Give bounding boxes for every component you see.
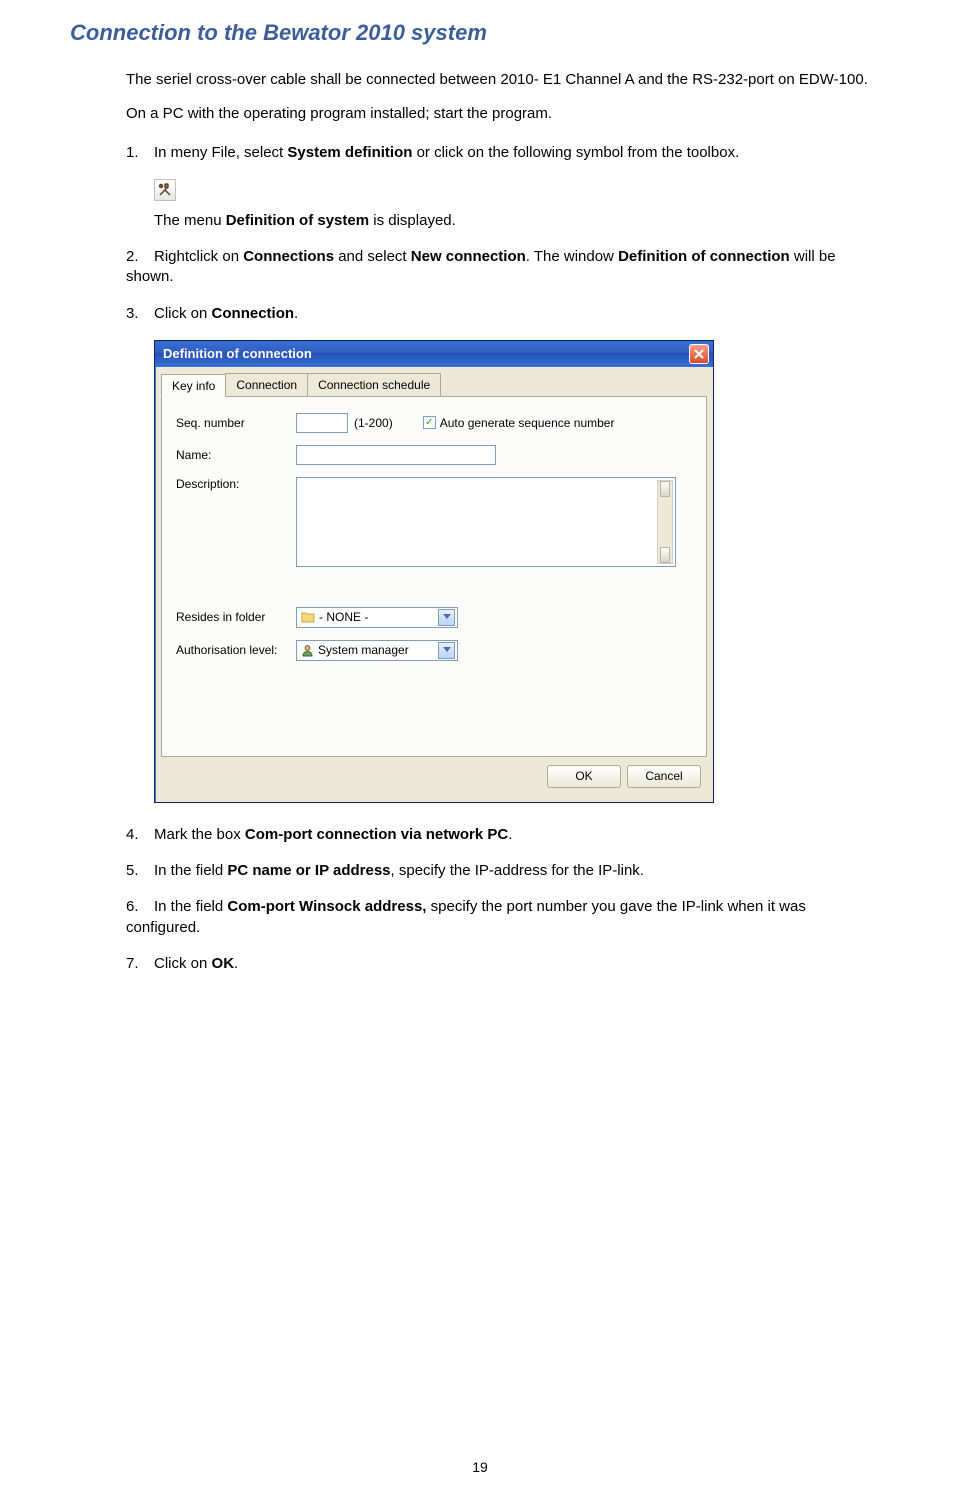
page-number: 19 — [0, 1459, 960, 1475]
intro-paragraph-1: The seriel cross-over cable shall be con… — [126, 70, 870, 90]
description-textarea[interactable] — [296, 477, 676, 567]
step-6: 6.In the field Com-port Winsock address,… — [126, 897, 870, 938]
cancel-button[interactable]: Cancel — [627, 765, 701, 788]
name-label: Name: — [176, 448, 296, 462]
step-3: 3.Click on Connection. — [126, 304, 870, 324]
tab-panel-key-info: Seq. number (1-200) ✓ Auto generate sequ… — [161, 397, 707, 757]
tools-icon — [154, 179, 176, 201]
folder-icon — [301, 611, 315, 623]
step-1: 1.In meny File, select System definition… — [126, 143, 870, 163]
step-7: 7.Click on OK. — [126, 954, 870, 974]
tab-connection[interactable]: Connection — [225, 373, 308, 396]
checkbox-icon: ✓ — [423, 416, 436, 429]
ok-button[interactable]: OK — [547, 765, 621, 788]
authorisation-level-label: Authorisation level: — [176, 643, 296, 657]
close-button[interactable] — [689, 344, 709, 364]
definition-displayed-text: The menu Definition of system is display… — [154, 211, 870, 231]
authorisation-level-combo[interactable]: System manager — [296, 640, 458, 661]
user-icon — [301, 644, 314, 657]
tabstrip: Key info Connection Connection schedule — [161, 373, 707, 397]
resides-in-folder-label: Resides in folder — [176, 610, 296, 624]
tab-connection-schedule[interactable]: Connection schedule — [307, 373, 441, 396]
step-4: 4.Mark the box Com-port connection via n… — [126, 825, 870, 845]
intro-paragraph-2: On a PC with the operating program insta… — [126, 104, 870, 124]
dialog-titlebar: Definition of connection — [155, 341, 713, 367]
tab-key-info[interactable]: Key info — [161, 374, 226, 397]
chevron-down-icon — [438, 642, 455, 659]
name-input[interactable] — [296, 445, 496, 465]
description-label: Description: — [176, 477, 296, 491]
definition-of-connection-dialog: Definition of connection Key info Connec… — [154, 340, 714, 803]
scrollbar[interactable] — [657, 480, 673, 564]
auto-generate-checkbox[interactable]: ✓ Auto generate sequence number — [423, 416, 615, 430]
step-2: 2.Rightclick on Connections and select N… — [126, 247, 870, 288]
step-5: 5.In the field PC name or IP address, sp… — [126, 861, 870, 881]
page-title: Connection to the Bewator 2010 system — [70, 20, 870, 46]
seq-range-label: (1-200) — [354, 416, 393, 430]
seq-number-input[interactable] — [296, 413, 348, 433]
resides-in-folder-combo[interactable]: - NONE - — [296, 607, 458, 628]
chevron-down-icon — [438, 609, 455, 626]
seq-number-label: Seq. number — [176, 416, 296, 430]
dialog-title: Definition of connection — [163, 346, 312, 361]
